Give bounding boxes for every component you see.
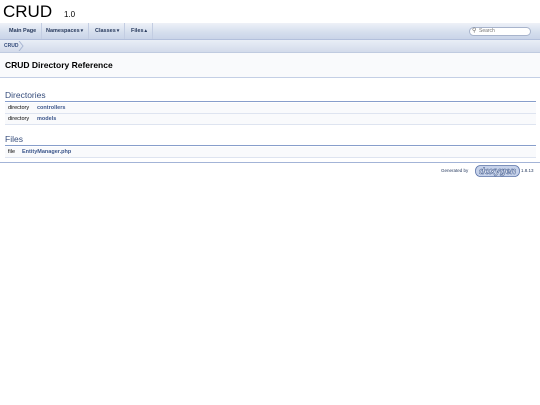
chevron-down-icon: ▾ [80,28,84,34]
item-kind: directory [8,116,30,122]
tab-namespaces[interactable]: Namespaces▾ [41,23,90,39]
search-input[interactable] [479,28,527,35]
tab-files[interactable]: Files▴ [126,23,154,39]
generated-by-text: Generated by [441,168,469,173]
breadcrumb: CRUD [0,40,540,53]
tab-main-page[interactable]: Main Page [0,23,43,39]
chevron-down-icon: ▾ [116,28,120,34]
chevron-up-icon: ▴ [144,28,148,34]
breadcrumb-item-crud[interactable]: CRUD [4,40,18,52]
doxygen-logo[interactable]: doxygen [475,165,520,177]
tab-label: Namespaces [46,28,80,34]
project-number: 1.0 [64,10,76,19]
tab-label: Classes [95,28,116,34]
title-area: CRUD 1.0 [0,0,540,23]
page-header: CRUD Directory Reference [0,53,540,78]
doxygen-logo-text: doxygen [479,166,517,176]
tab-label: Main Page [9,28,37,34]
item-kind: file [8,149,16,155]
list-item: directory models [5,114,536,125]
section-divider [5,145,536,146]
directory-link-controllers[interactable]: controllers [37,103,65,113]
tab-label: Files [131,28,144,34]
project-name: CRUD [3,2,53,21]
search-box[interactable]: ⚲ [469,27,531,36]
nav-bar: Main Page Namespaces▾ Classes▾ Files▴ ⚲ [0,23,540,40]
section-divider [5,101,536,102]
directories-heading: Directories [5,90,46,100]
tab-classes[interactable]: Classes▾ [90,23,126,39]
search-icon[interactable]: ⚲ [472,27,476,35]
files-heading: Files [5,134,23,144]
file-link-entitymanager[interactable]: EntityManager.php [22,147,71,157]
footer-divider [0,162,540,163]
list-item: file EntityManager.php [5,147,536,158]
breadcrumb-separator-icon [18,41,24,51]
item-kind: directory [8,105,30,111]
list-item: directory controllers [5,103,536,114]
directory-link-models[interactable]: models [37,114,56,124]
doxygen-version: 1.8.13 [521,168,534,173]
page-title: CRUD Directory Reference [5,60,113,70]
